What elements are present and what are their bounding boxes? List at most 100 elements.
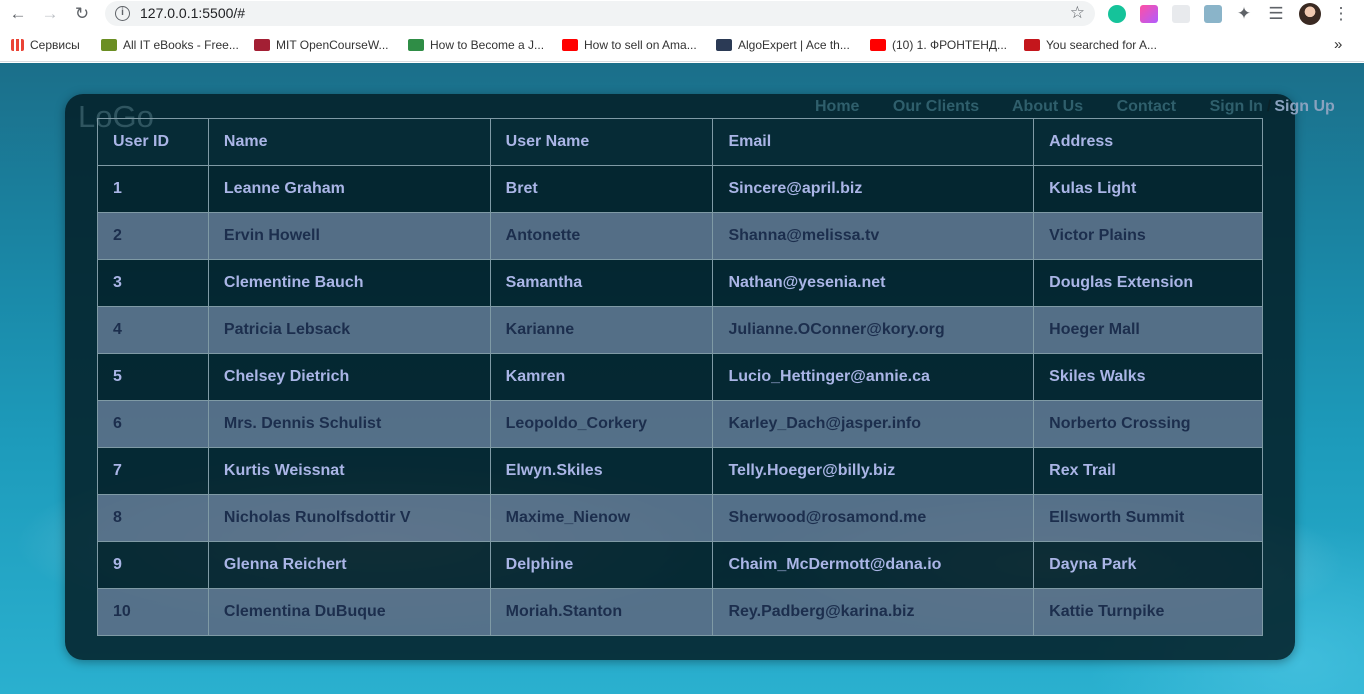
cell-user-name: Karianne (489, 306, 714, 354)
nav-sign-up[interactable]: Sign Up (1274, 98, 1334, 115)
grammarly-extension-icon[interactable] (1108, 5, 1126, 23)
cell-user-name: Moriah.Stanton (489, 588, 714, 636)
table-row: 7 Kurtis Weissnat Elwyn.Skiles Telly.Hoeger… (97, 447, 1263, 495)
cell-name: Clementina DuBuque (207, 588, 491, 636)
media-control-icon[interactable]: ☰ (1266, 4, 1286, 24)
header-user-name: User Name (489, 118, 714, 166)
nav-contact[interactable]: Contact (1117, 98, 1177, 115)
cell-user-id: 5 (97, 353, 209, 401)
cell-user-name: Leopoldo_Corkery (489, 400, 714, 448)
nav-home[interactable]: Home (815, 98, 859, 115)
apps-grid-icon (11, 39, 24, 51)
table-row: 1 Leanne Graham Bret Sincere@april.biz Kulas… (97, 165, 1263, 213)
bookmark-item[interactable]: All IT eBooks - Free... (101, 38, 239, 52)
cell-name: Chelsey Dietrich (207, 353, 491, 401)
cell-name: Ervin Howell (207, 212, 491, 260)
cell-email: Sherwood@rosamond.me (712, 494, 1035, 542)
cell-name: Glenna Reichert (207, 541, 491, 589)
cell-user-id: 4 (97, 306, 209, 354)
nav-our-clients[interactable]: Our Clients (893, 98, 979, 115)
cell-user-name: Kamren (489, 353, 714, 401)
nav-sign-in[interactable]: Sign In (1210, 98, 1263, 115)
site-nav: Home Our Clients About Us Contact Sign I… (815, 98, 1335, 116)
cell-user-id: 10 (97, 588, 209, 636)
cell-address: Ellsworth Summit (1033, 494, 1263, 542)
cell-user-id: 9 (97, 541, 209, 589)
cell-address: Victor Plains (1033, 212, 1263, 260)
bookmark-item[interactable]: You searched for A... (1024, 38, 1157, 52)
cell-address: Hoeger Mall (1033, 306, 1263, 354)
cell-name: Patricia Lebsack (207, 306, 491, 354)
cell-user-id: 1 (97, 165, 209, 213)
cell-email: Chaim_McDermott@dana.io (712, 541, 1035, 589)
table-row: 3 Clementine Bauch Samantha Nathan@yesenia.… (97, 259, 1263, 307)
nav-separator: / (1266, 98, 1272, 115)
page-background: LoGo Home Our Clients About Us Contact S… (0, 63, 1364, 694)
cell-name: Leanne Graham (207, 165, 491, 213)
youtube-icon (870, 39, 886, 51)
url-text[interactable]: 127.0.0.1:5500/# (140, 5, 245, 21)
address-bar[interactable]: i 127.0.0.1:5500/# ☆ (105, 1, 1095, 26)
cell-name: Kurtis Weissnat (207, 447, 491, 495)
users-table: User ID Name User Name Email Address 1 Le… (97, 118, 1263, 636)
cell-email: Julianne.OConner@kory.org (712, 306, 1035, 354)
bookmark-star-icon[interactable]: ☆ (1070, 3, 1085, 23)
cell-user-id: 3 (97, 259, 209, 307)
bookmarks-overflow-icon[interactable]: » (1334, 36, 1342, 53)
table-row: 5 Chelsey Dietrich Kamren Lucio_Hettinger@a… (97, 353, 1263, 401)
cell-email: Rey.Padberg@karina.biz (712, 588, 1035, 636)
grid-extension-icon[interactable] (1172, 5, 1190, 23)
free-site-icon (1024, 39, 1040, 51)
table-row: 2 Ervin Howell Antonette Shanna@melissa.tv V… (97, 212, 1263, 260)
cell-user-name: Elwyn.Skiles (489, 447, 714, 495)
cell-email: Sincere@april.biz (712, 165, 1035, 213)
table-row: 4 Patricia Lebsack Karianne Julianne.OConne… (97, 306, 1263, 354)
avatar[interactable] (1299, 3, 1321, 25)
cell-user-name: Delphine (489, 541, 714, 589)
book-icon (101, 39, 117, 51)
bookmark-item[interactable]: How to Become a J... (408, 38, 544, 52)
bookmark-item[interactable]: Сервисы (11, 38, 80, 52)
bookmark-item[interactable]: MIT OpenCourseW... (254, 38, 388, 52)
nav-about-us[interactable]: About Us (1012, 98, 1083, 115)
cell-name: Mrs. Dennis Schulist (207, 400, 491, 448)
cell-address: Rex Trail (1033, 447, 1263, 495)
forward-arrow-icon[interactable]: → (40, 4, 60, 24)
cell-user-id: 8 (97, 494, 209, 542)
table-row: 6 Mrs. Dennis Schulist Leopoldo_Corkery Kar… (97, 400, 1263, 448)
cell-user-name: Maxime_Nienow (489, 494, 714, 542)
table-row: 9 Glenna Reichert Delphine Chaim_McDermott@… (97, 541, 1263, 589)
bookmark-item[interactable]: AlgoExpert | Ace th... (716, 38, 850, 52)
reload-icon[interactable]: ↻ (72, 4, 92, 24)
bookmarks-bar: Сервисы All IT eBooks - Free... MIT Open… (0, 28, 1364, 62)
cell-address: Dayna Park (1033, 541, 1263, 589)
cell-address: Kulas Light (1033, 165, 1263, 213)
table-row: 10 Clementina DuBuque Moriah.Stanton Rey.Pa… (97, 588, 1263, 636)
cell-email: Shanna@melissa.tv (712, 212, 1035, 260)
cell-user-name: Bret (489, 165, 714, 213)
cell-address: Skiles Walks (1033, 353, 1263, 401)
puzzle-icon[interactable]: ✦ (1234, 4, 1254, 24)
site-info-icon[interactable]: i (115, 6, 130, 21)
cell-address: Norberto Crossing (1033, 400, 1263, 448)
header-name: Name (207, 118, 491, 166)
cell-address: Kattie Turnpike (1033, 588, 1263, 636)
header-user-id: User ID (97, 118, 209, 166)
kebab-menu-icon[interactable]: ⋮ (1331, 4, 1351, 24)
cell-email: Lucio_Hettinger@annie.ca (712, 353, 1035, 401)
youtube-icon (562, 39, 578, 51)
bookmark-item[interactable]: (10) 1. ФРОНТЕНД... (870, 38, 1007, 52)
cell-email: Telly.Hoeger@billy.biz (712, 447, 1035, 495)
color-extension-icon[interactable] (1140, 5, 1158, 23)
cell-name: Nicholas Runolfsdottir V (207, 494, 491, 542)
cell-user-id: 6 (97, 400, 209, 448)
back-arrow-icon[interactable]: ← (8, 4, 28, 24)
table-header-row: User ID Name User Name Email Address (97, 118, 1263, 166)
cell-address: Douglas Extension (1033, 259, 1263, 307)
algoexpert-icon (716, 39, 732, 51)
cell-email: Karley_Dach@jasper.info (712, 400, 1035, 448)
bookmark-item[interactable]: How to sell on Ama... (562, 38, 697, 52)
cell-user-id: 7 (97, 447, 209, 495)
pen-extension-icon[interactable] (1204, 5, 1222, 23)
table-row: 8 Nicholas Runolfsdottir V Maxime_Nienow Sh… (97, 494, 1263, 542)
